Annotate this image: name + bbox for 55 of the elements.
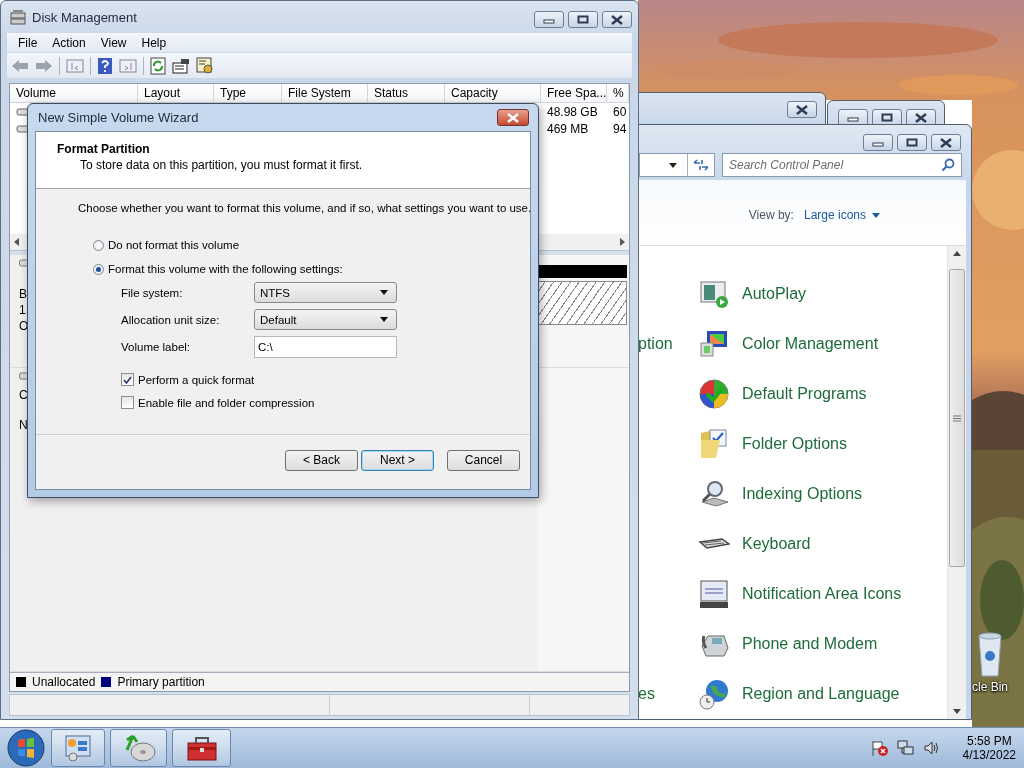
window-title: Disk Management [32,9,137,25]
table-cell-text: 48.98 GB [546,103,599,120]
control-panel-item[interactable]: ption [638,335,673,352]
control-panel-item[interactable]: Region and Language [742,685,900,703]
page-subheading: To store data on this partition, you must format it first. [79,158,364,172]
cancel-button[interactable]: Cancel [447,449,520,471]
dropdown[interactable]: Default [254,309,397,330]
control-panel-item[interactable]: Color Management [742,335,879,353]
next-button[interactable]: Next > [361,449,434,471]
window-title: New Simple Volume Wizard [38,110,199,125]
control-panel-item[interactable]: Default Programs [742,385,867,403]
view-by-dropdown[interactable]: Large icons [803,208,880,222]
control-panel-item[interactable]: Keyboard [742,535,811,553]
disk-info-text: C [19,388,28,402]
column-header[interactable]: File System [282,84,368,103]
column-header[interactable]: Capacity [445,84,541,103]
instruction-text: Choose whether you want to format this volume, and if so, what settings you want to use. [78,202,532,214]
view-by-label: View by: [748,208,794,222]
control-panel-item[interactable]: es [638,685,655,702]
table-cell-text: 94 [612,120,628,137]
menu-item[interactable]: View [93,35,135,50]
column-header[interactable]: Type [214,84,282,103]
radio-label[interactable]: Do not format this volume [108,239,240,251]
radio-label[interactable]: Format this volume with the following settings: [108,263,343,275]
legend-label: Unallocated [32,675,96,689]
table-cell-text: 469 MB [546,120,590,137]
control-panel-item[interactable]: Indexing Options [742,485,863,503]
checkbox-label[interactable]: Perform a quick format [138,373,255,386]
field-label: File system: [121,286,184,299]
control-panel-item[interactable]: AutoPlay [742,285,807,303]
menu-item[interactable]: File [11,35,46,50]
column-header[interactable]: Volume [10,84,138,103]
search-field[interactable]: Search Control Panel [722,153,962,177]
recycle-bin-label[interactable]: cle Bin [972,680,1008,694]
field-label: Allocation unit size: [121,313,221,326]
clock[interactable]: 5:58 PM 4/13/2022 [962,734,1016,762]
control-panel-item[interactable]: Phone and Modem [742,635,878,653]
disk-info-text: B [19,287,27,301]
field-label: Volume label: [121,341,192,353]
table-cell-text: 60 [612,103,628,120]
dropdown[interactable]: NTFS [254,282,397,303]
menu-item[interactable]: Action [45,35,94,50]
column-header[interactable]: % [607,84,629,103]
legend-label: Primary partition [117,675,205,689]
column-header[interactable]: Status [368,84,445,103]
input-field[interactable]: C:\ [254,336,397,358]
back-button[interactable]: < Back [285,449,358,471]
checkbox-label[interactable]: Enable file and folder compression [138,396,315,409]
column-header[interactable]: Free Spa... [541,84,607,103]
control-panel-item[interactable]: Folder Options [742,435,847,453]
menu-item[interactable]: Help [134,35,175,50]
disk-info-text: N [19,418,28,432]
page-heading: Format Partition [57,142,151,156]
column-header[interactable]: Layout [138,84,214,103]
control-panel-item[interactable]: Notification Area Icons [742,585,902,603]
